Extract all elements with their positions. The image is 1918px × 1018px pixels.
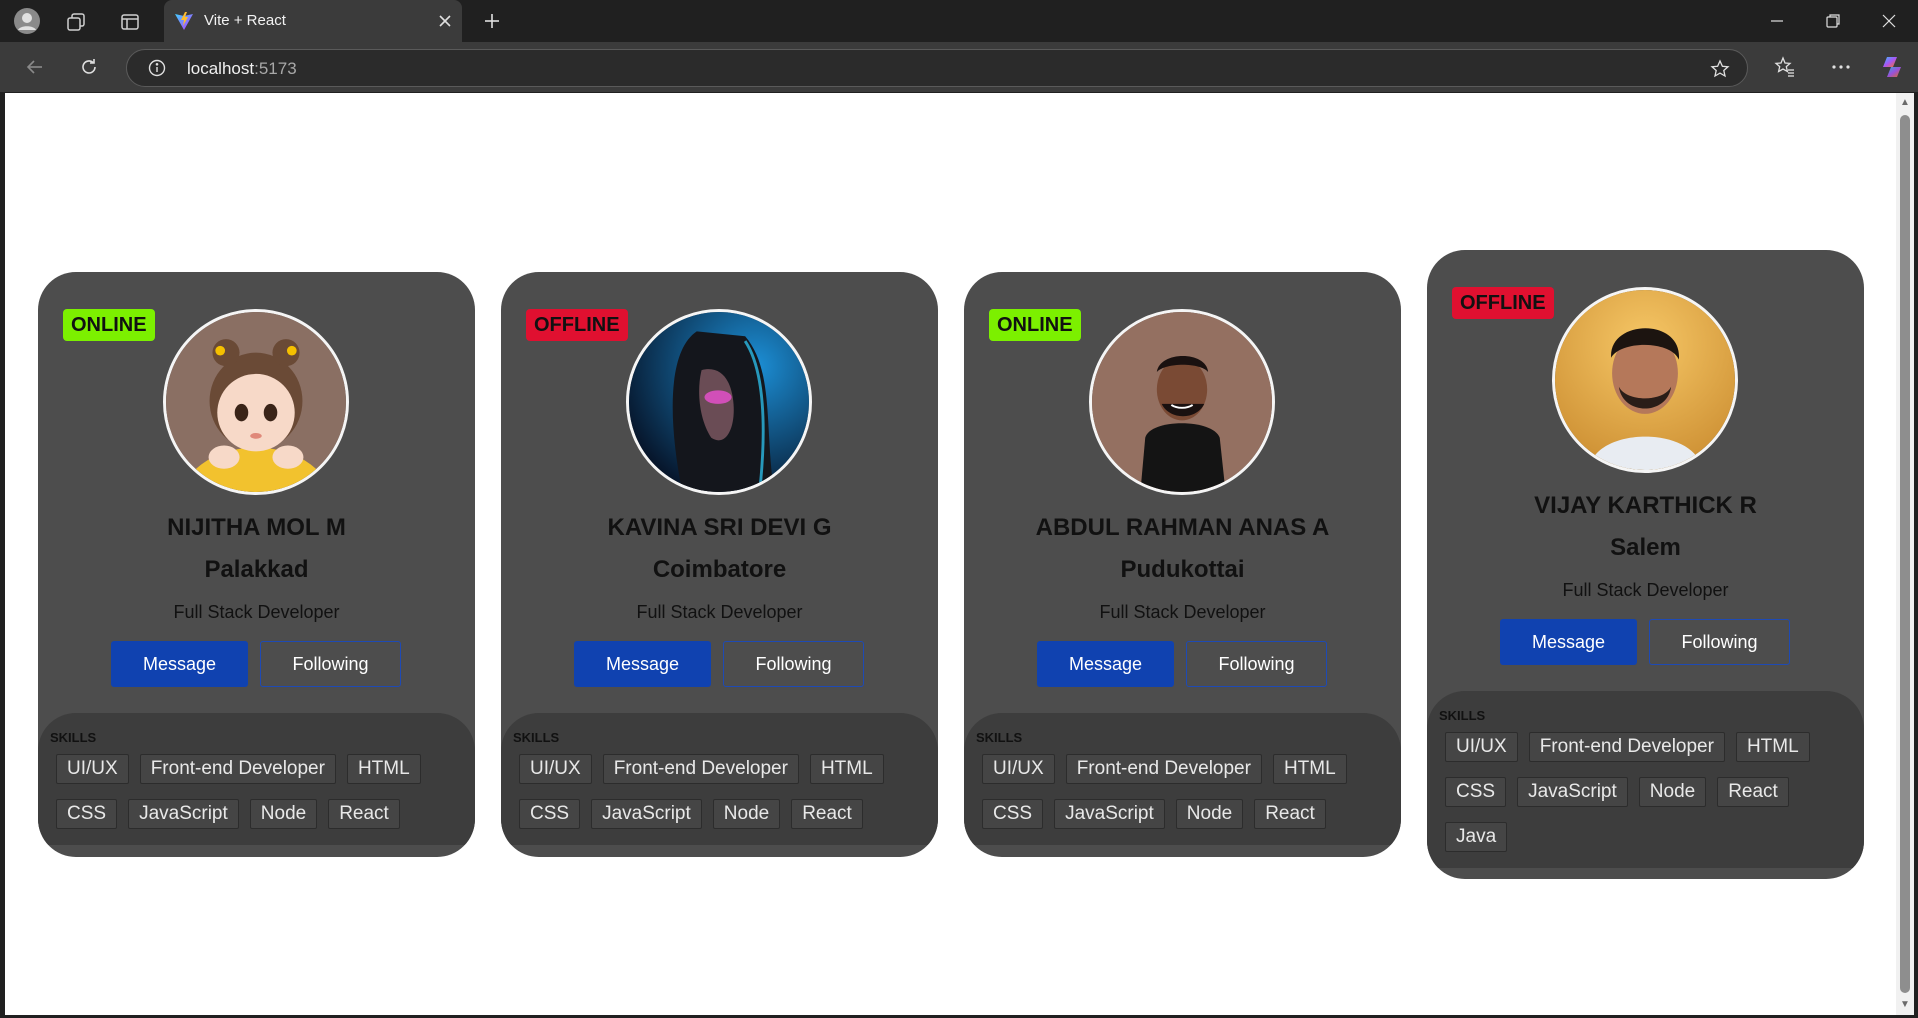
skills-section: SKILLS UI/UX Front-end Developer HTML CS… xyxy=(964,713,1401,845)
skill-tag: JavaScript xyxy=(1517,777,1628,807)
skill-tag: CSS xyxy=(982,799,1044,829)
skill-tag: HTML xyxy=(809,754,884,784)
message-button[interactable]: Message xyxy=(574,641,711,687)
profile-card: OFFLINE KAVINA SRI DEVI G Coimbatore Ful… xyxy=(501,272,938,857)
browser-toolbar: localhost:5173 xyxy=(0,42,1918,92)
skill-tag: UI/UX xyxy=(519,754,592,784)
copilot-icon[interactable] xyxy=(1878,53,1906,81)
skill-tag: HTML xyxy=(1272,754,1347,784)
message-button[interactable]: Message xyxy=(111,641,248,687)
message-button[interactable]: Message xyxy=(1500,619,1637,665)
profile-name: KAVINA SRI DEVI G xyxy=(607,514,832,541)
profile-role: Full Stack Developer xyxy=(173,602,340,622)
following-button[interactable]: Following xyxy=(723,641,864,687)
skill-tag: CSS xyxy=(519,799,581,829)
skill-tag: UI/UX xyxy=(982,754,1055,784)
profile-city: Coimbatore xyxy=(652,556,787,583)
more-menu-icon[interactable] xyxy=(1828,54,1854,80)
close-window-icon[interactable] xyxy=(1876,8,1902,34)
avatar xyxy=(163,309,349,495)
profile-card: ONLINE ABDUL RAHMAN ANAS A Pudukottai Fu… xyxy=(964,272,1401,857)
skills-section: SKILLS UI/UX Front-end Developer HTML CS… xyxy=(38,713,475,845)
close-tab-icon[interactable] xyxy=(436,12,454,30)
scrollbar-thumb[interactable] xyxy=(1900,115,1910,993)
message-button[interactable]: Message xyxy=(1037,641,1174,687)
skill-tag: UI/UX xyxy=(1445,732,1518,762)
skills-title: SKILLS xyxy=(976,730,1023,745)
skill-tag: HTML xyxy=(1735,732,1810,762)
skill-tag: React xyxy=(791,799,863,829)
address-bar[interactable]: localhost:5173 xyxy=(126,49,1748,87)
skill-tag: React xyxy=(328,799,400,829)
following-button[interactable]: Following xyxy=(260,641,401,687)
profile-city: Pudukottai xyxy=(1120,556,1245,583)
skill-tag: Node xyxy=(712,799,781,829)
vertical-tabs-icon[interactable] xyxy=(118,10,142,34)
tab-title: Vite + React xyxy=(204,12,286,29)
status-badge: ONLINE xyxy=(989,309,1081,341)
status-badge: ONLINE xyxy=(63,309,155,341)
profile-name: NIJITHA MOL M xyxy=(167,514,346,541)
scroll-up-icon[interactable]: ▲ xyxy=(1899,97,1911,109)
restore-icon[interactable] xyxy=(1820,8,1846,34)
favorites-icon[interactable] xyxy=(1772,54,1798,80)
status-badge: OFFLINE xyxy=(526,309,628,341)
following-button[interactable]: Following xyxy=(1649,619,1790,665)
page-viewport: ONLINE NIJITHA MOL M Palakkad Full Stack… xyxy=(5,93,1896,1015)
skill-tag: Node xyxy=(1638,777,1707,807)
workspaces-icon[interactable] xyxy=(64,10,88,34)
skill-tag: Node xyxy=(1175,799,1244,829)
skills-title: SKILLS xyxy=(1439,708,1486,723)
profile-name: VIJAY KARTHICK R xyxy=(1534,492,1757,519)
favorite-star-icon[interactable] xyxy=(1709,58,1731,80)
skill-tag: Front-end Developer xyxy=(1065,754,1262,784)
browser-tab-bar: Vite + React xyxy=(0,0,1918,42)
minimize-icon[interactable] xyxy=(1764,8,1790,34)
skill-tag: UI/UX xyxy=(56,754,129,784)
skills-section: SKILLS UI/UX Front-end Developer HTML CS… xyxy=(501,713,938,845)
avatar xyxy=(1089,309,1275,495)
profile-role: Full Stack Developer xyxy=(1562,580,1729,600)
skill-tag: JavaScript xyxy=(591,799,702,829)
skill-tag: HTML xyxy=(346,754,421,784)
skill-tag: React xyxy=(1254,799,1326,829)
skill-tag: Front-end Developer xyxy=(602,754,799,784)
new-tab-icon[interactable] xyxy=(480,9,504,33)
avatar xyxy=(1552,287,1738,473)
status-badge: OFFLINE xyxy=(1452,287,1554,319)
skills-title: SKILLS xyxy=(50,730,97,745)
profile-name: ABDUL RAHMAN ANAS A xyxy=(1035,514,1330,541)
profile-icon[interactable] xyxy=(12,6,42,36)
profile-city: Palakkad xyxy=(204,556,309,583)
skills-title: SKILLS xyxy=(513,730,560,745)
site-info-icon[interactable] xyxy=(147,58,167,78)
url-text: localhost:5173 xyxy=(187,59,297,78)
back-icon[interactable] xyxy=(22,54,48,80)
skill-tag: JavaScript xyxy=(1054,799,1165,829)
reload-icon[interactable] xyxy=(76,54,102,80)
profile-card: ONLINE NIJITHA MOL M Palakkad Full Stack… xyxy=(38,272,475,857)
skills-section: SKILLS UI/UX Front-end Developer HTML CS… xyxy=(1427,691,1864,868)
skill-tag: CSS xyxy=(1445,777,1507,807)
scroll-down-icon[interactable]: ▼ xyxy=(1899,999,1911,1011)
skill-tag: Node xyxy=(249,799,318,829)
profile-city: Salem xyxy=(1610,534,1681,561)
skill-tag: Java xyxy=(1445,822,1508,852)
skill-tag: CSS xyxy=(56,799,118,829)
profile-card: OFFLINE VIJAY KARTHICK R Salem Full Stac… xyxy=(1427,250,1864,879)
skill-tag: React xyxy=(1717,777,1789,807)
skill-tag: Front-end Developer xyxy=(139,754,336,784)
following-button[interactable]: Following xyxy=(1186,641,1327,687)
skill-tag: JavaScript xyxy=(128,799,239,829)
page-scrollbar[interactable]: ▲ ▼ xyxy=(1896,93,1914,1015)
browser-tab-active[interactable]: Vite + React xyxy=(164,0,462,42)
profile-role: Full Stack Developer xyxy=(636,602,803,622)
skill-tag: Front-end Developer xyxy=(1528,732,1725,762)
profile-role: Full Stack Developer xyxy=(1099,602,1266,622)
avatar xyxy=(626,309,812,495)
vite-logo-icon xyxy=(174,11,194,31)
